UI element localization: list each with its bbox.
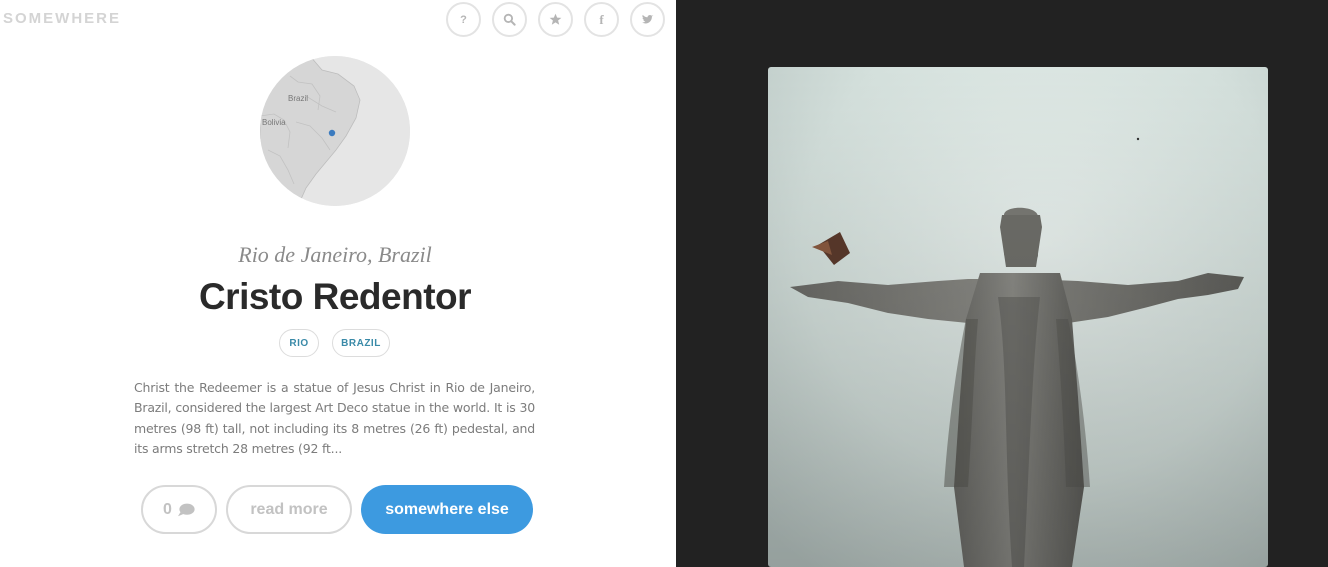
- place-photo[interactable]: [768, 67, 1268, 567]
- search-icon: [503, 13, 516, 26]
- favorite-button[interactable]: [538, 2, 573, 37]
- map-graphic: Brazil Bolivia: [260, 56, 410, 206]
- twitter-icon: [641, 14, 654, 24]
- help-button[interactable]: ?: [446, 2, 481, 37]
- place-subtitle: Rio de Janeiro, Brazil: [238, 242, 432, 267]
- header-icon-bar: ? f: [446, 2, 666, 37]
- map-label-bolivia: Bolivia: [262, 118, 286, 127]
- place-description: Christ the Redeemer is a statue of Jesus…: [134, 380, 535, 456]
- comments-button[interactable]: 0: [141, 485, 217, 534]
- place-title: Cristo Redentor: [198, 276, 472, 317]
- twitter-button[interactable]: [630, 2, 665, 37]
- christ-the-redeemer-photo: [768, 67, 1268, 567]
- comment-count: 0: [163, 500, 172, 518]
- help-icon: ?: [460, 13, 467, 26]
- map-label-brazil: Brazil: [288, 94, 308, 103]
- facebook-icon: f: [599, 11, 604, 27]
- location-map[interactable]: Brazil Bolivia: [260, 56, 410, 206]
- place-panel: SOMEWHERE ? f Brazil Bolivia Rio de Jane…: [0, 0, 676, 567]
- star-icon: [549, 13, 562, 25]
- somewhere-else-button[interactable]: somewhere else: [361, 485, 533, 534]
- site-logo[interactable]: SOMEWHERE: [3, 10, 121, 27]
- location-marker: [328, 129, 336, 137]
- comment-bubble-icon: [177, 503, 195, 516]
- photo-panel: [676, 0, 1328, 567]
- search-button[interactable]: [492, 2, 527, 37]
- tag-rio[interactable]: RIO: [279, 329, 319, 357]
- read-more-button[interactable]: read more: [226, 485, 352, 534]
- facebook-button[interactable]: f: [584, 2, 619, 37]
- tag-brazil[interactable]: BRAZIL: [332, 329, 390, 357]
